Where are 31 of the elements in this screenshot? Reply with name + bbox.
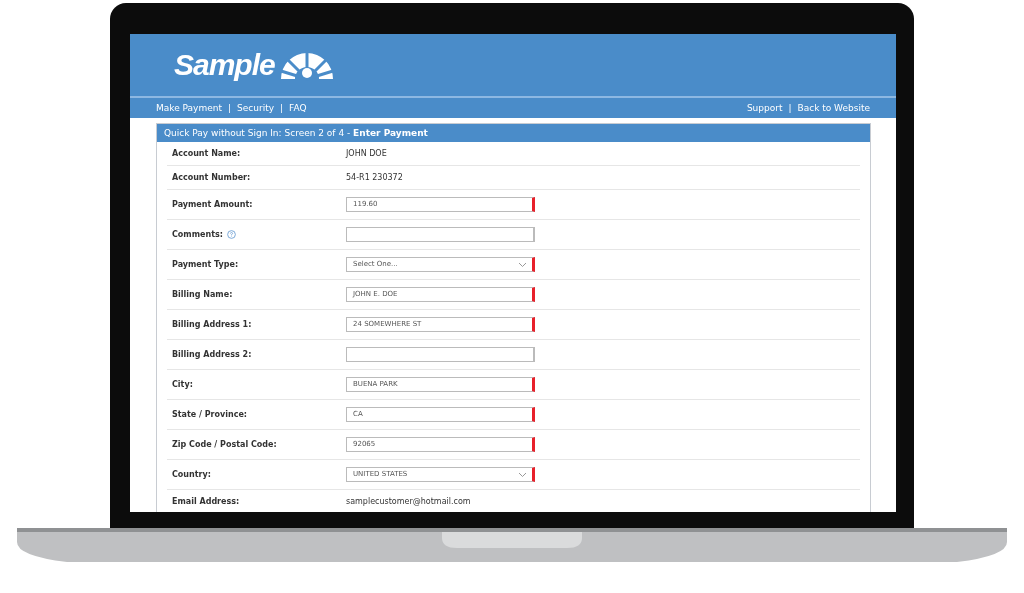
field-label: Payment Type: <box>172 260 239 269</box>
input-field[interactable] <box>346 227 535 242</box>
chevron-down-icon <box>518 261 527 268</box>
nav-link[interactable]: Make Payment <box>156 103 222 113</box>
field-label: Payment Amount: <box>172 200 253 209</box>
field-label: Comments: <box>172 230 223 239</box>
field-value: 54-R1 230372 <box>346 173 403 182</box>
field-label: Email Address: <box>172 497 240 506</box>
field-label: Account Number: <box>172 173 251 182</box>
logo-text: Sample <box>174 48 275 82</box>
nav-separator: | <box>228 103 232 113</box>
chevron-down-icon <box>518 471 527 478</box>
field-label: Billing Name: <box>172 290 233 299</box>
field-label: State / Province: <box>172 410 248 419</box>
field-label: Billing Address 1: <box>172 320 252 329</box>
nav-link[interactable]: Security <box>237 103 274 113</box>
nav-link[interactable]: FAQ <box>289 103 307 113</box>
help-icon[interactable] <box>226 230 236 239</box>
field-label: Billing Address 2: <box>172 350 252 359</box>
nav-link[interactable]: Back to Website <box>797 103 870 113</box>
field-value: JOHN DOE <box>346 149 387 158</box>
panel-title: Quick Pay without Sign In: Screen 2 of 4 - Enter Payment <box>157 124 870 142</box>
field-label: City: <box>172 380 193 389</box>
field-label: Zip Code / Postal Code: <box>172 440 277 449</box>
nav-separator: | <box>280 103 284 113</box>
nav-separator: | <box>788 103 792 113</box>
field-label: Country: <box>172 470 211 479</box>
input-field[interactable] <box>346 347 535 362</box>
field-value: samplecustomer@hotmail.com <box>346 497 471 506</box>
field-label: Account Name: <box>172 149 241 158</box>
nav-link[interactable]: Support <box>746 103 783 113</box>
